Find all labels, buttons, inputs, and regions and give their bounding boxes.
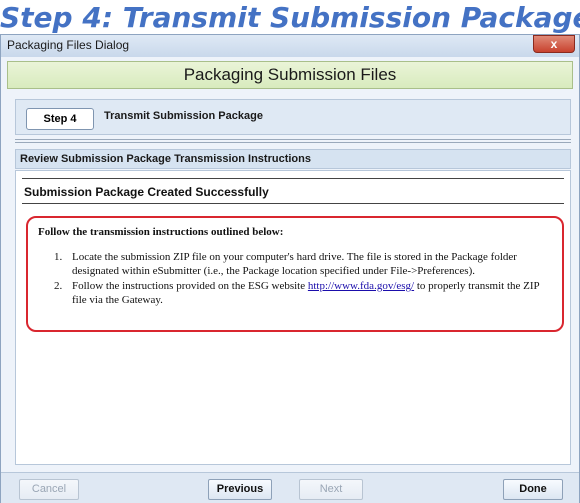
- divider: [22, 178, 564, 179]
- divider: [15, 142, 571, 143]
- section-header: Review Submission Package Transmission I…: [15, 149, 571, 169]
- list-number: 1.: [54, 251, 63, 263]
- previous-button[interactable]: Previous: [208, 479, 272, 500]
- content-panel: Submission Package Created Successfully …: [15, 170, 571, 465]
- list-item: 1. Locate the submission ZIP file on you…: [38, 250, 552, 278]
- list-item: 2. Follow the instructions provided on t…: [38, 279, 552, 307]
- success-title: Submission Package Created Successfully: [24, 185, 269, 199]
- instructions-heading: Follow the transmission instructions out…: [38, 226, 284, 238]
- dialog-header: Packaging Submission Files: [7, 61, 573, 89]
- window-titlebar[interactable]: Packaging Files Dialog x: [1, 35, 579, 57]
- list-item-text: Locate the submission ZIP file on your c…: [72, 251, 517, 277]
- esg-website-link[interactable]: http://www.fda.gov/esg/: [308, 280, 414, 292]
- step-badge: Step 4: [26, 108, 94, 130]
- next-button[interactable]: Next: [299, 479, 363, 500]
- packaging-files-dialog: Packaging Files Dialog x Packaging Submi…: [0, 34, 580, 503]
- step-title: Transmit Submission Package: [104, 110, 263, 122]
- divider: [15, 139, 571, 140]
- window-title: Packaging Files Dialog: [7, 38, 130, 52]
- list-number: 2.: [54, 280, 63, 292]
- step-panel: Step 4 Transmit Submission Package: [15, 99, 571, 135]
- divider: [22, 203, 564, 204]
- close-button[interactable]: x: [533, 35, 575, 53]
- instructions-box: Follow the transmission instructions out…: [26, 216, 564, 332]
- list-item-text: Follow the instructions provided on the …: [72, 280, 308, 292]
- footer-bar: Cancel Previous Next Done: [1, 472, 579, 503]
- cancel-button[interactable]: Cancel: [19, 479, 79, 500]
- close-icon: x: [550, 37, 558, 51]
- slide-title: Step 4: Transmit Submission Package: [0, 1, 580, 34]
- done-button[interactable]: Done: [503, 479, 563, 500]
